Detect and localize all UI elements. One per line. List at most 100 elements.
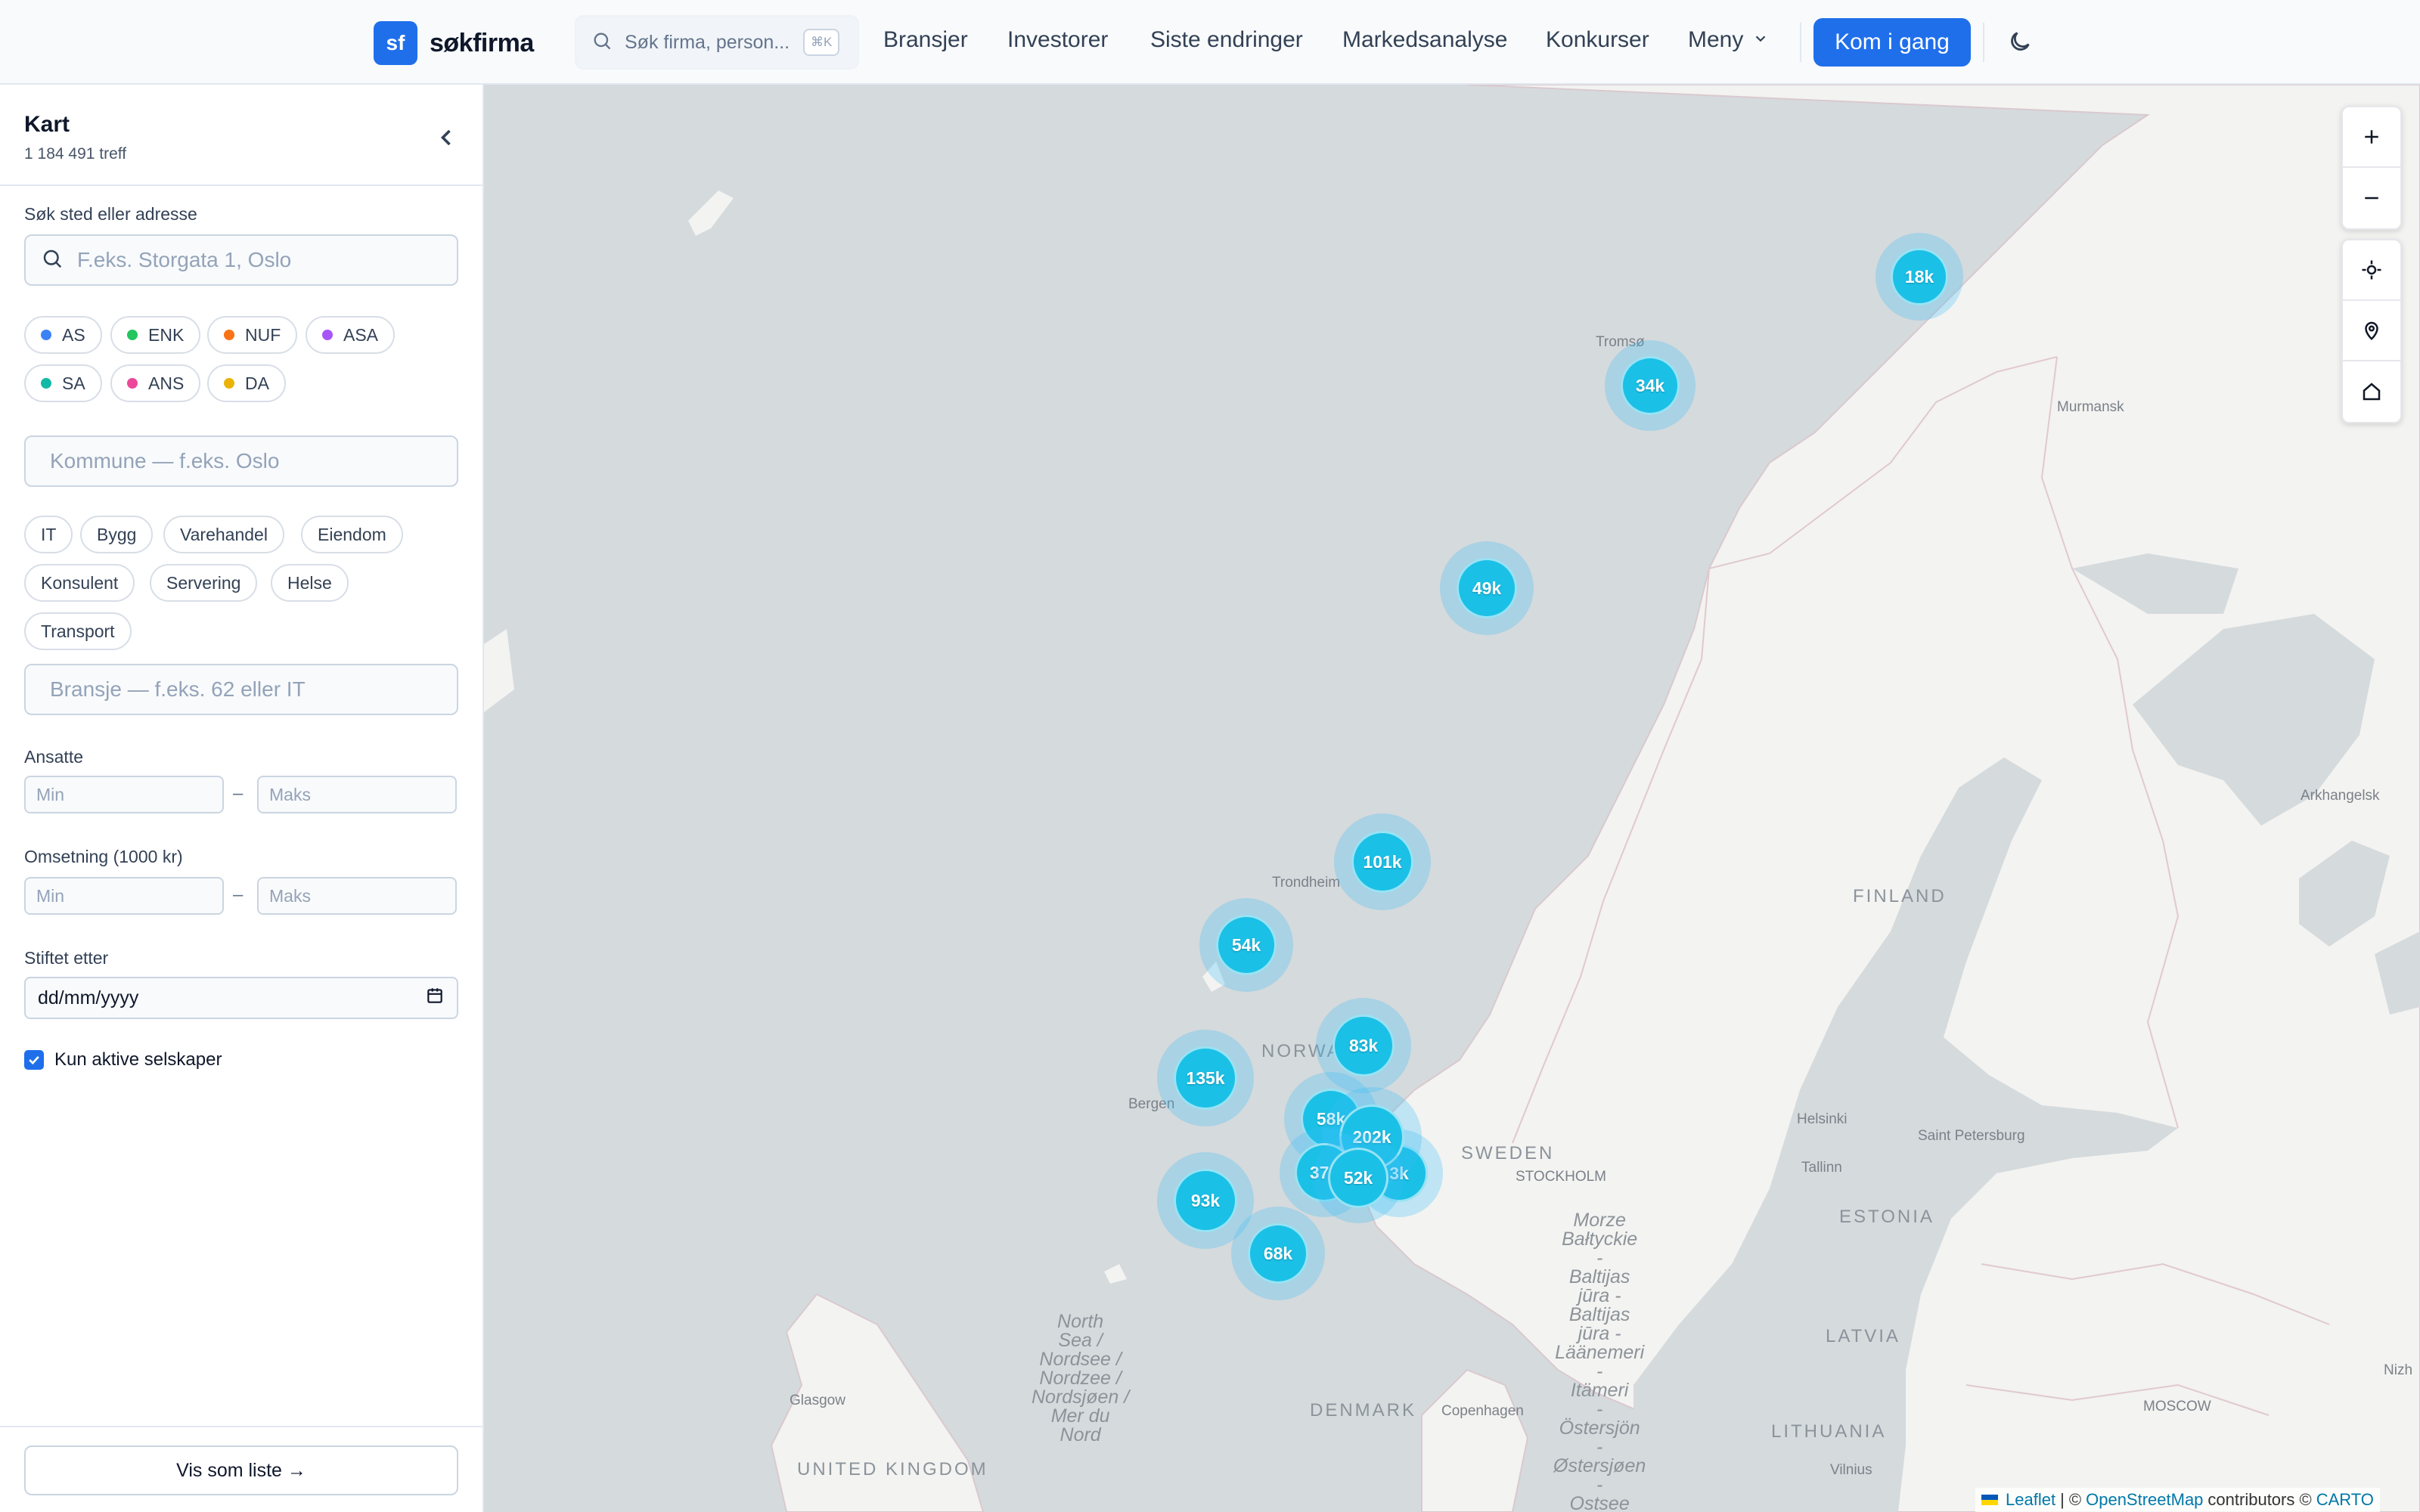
cluster-count: 83k	[1333, 1015, 1395, 1077]
map-cluster-marker[interactable]: 34k	[1605, 340, 1696, 431]
logo-mark: sf	[374, 21, 417, 65]
country-label: LITHUANIA	[1771, 1421, 1887, 1442]
employees-min-field[interactable]	[24, 776, 224, 813]
employees-max-input[interactable]	[269, 784, 445, 805]
chip-label: AS	[62, 324, 85, 345]
chip-type-ans[interactable]: ANS	[110, 364, 201, 402]
country-label: DENMARK	[1310, 1400, 1417, 1421]
founded-after-label: Stiftet etter	[24, 948, 109, 968]
place-label: Vilnius	[1830, 1462, 1872, 1478]
chip-industry-helse[interactable]: Helse	[271, 564, 349, 602]
cluster-count: 18k	[1891, 248, 1948, 305]
type-color-dot	[224, 330, 234, 340]
chip-industry-varehandel[interactable]: Varehandel	[163, 516, 284, 553]
place-label: Tallinn	[1801, 1160, 1842, 1176]
locate-me-button[interactable]	[2343, 240, 2400, 301]
home-icon	[2363, 383, 2381, 401]
type-color-dot	[41, 378, 51, 389]
industry-field[interactable]	[24, 664, 458, 715]
zoom-out-button[interactable]	[2343, 168, 2400, 228]
municipality-field[interactable]	[24, 435, 458, 487]
map-canvas[interactable]: Tromsø Murmansk Trondheim Bergen STOCKHO…	[484, 85, 2420, 1512]
industry-input[interactable]	[50, 677, 433, 702]
chip-industry-konsulent[interactable]: Konsulent	[24, 564, 135, 602]
search-icon	[41, 247, 64, 274]
nav-konkurser[interactable]: Konkurser	[1546, 27, 1649, 53]
nav-menu-label: Meny	[1688, 27, 1744, 52]
country-label: SWEDEN	[1461, 1143, 1555, 1163]
home-view-button[interactable]	[2343, 361, 2400, 422]
chip-industry-bygg[interactable]: Bygg	[80, 516, 154, 553]
nav-investorer[interactable]: Investorer	[1007, 27, 1108, 53]
show-as-list-button[interactable]: Vis som liste →	[24, 1445, 458, 1495]
map-cluster-marker[interactable]: 49k	[1440, 541, 1534, 635]
place-label: Copenhagen	[1441, 1403, 1524, 1419]
attribution-contributors: contributors ©	[2207, 1490, 2312, 1509]
sea-label: Morze Bałtyckie - Baltijas jūra - Baltij…	[1553, 1210, 1646, 1512]
map-cluster-marker[interactable]: 68k	[1231, 1207, 1325, 1300]
map-pin-button[interactable]	[2343, 301, 2400, 361]
map-cluster-marker[interactable]: 52k	[1313, 1132, 1404, 1223]
map-cluster-marker[interactable]: 18k	[1876, 233, 1963, 321]
founded-after-date-field[interactable]: dd/mm/yyyy	[24, 977, 458, 1019]
chip-type-asa[interactable]: ASA	[306, 316, 396, 354]
range-separator: –	[233, 885, 244, 905]
nav-markedsanalyse[interactable]: Markedsanalyse	[1342, 27, 1507, 53]
employees-min-input[interactable]	[36, 784, 212, 805]
revenue-max-field[interactable]	[257, 877, 457, 915]
dark-mode-toggle-icon[interactable]	[2007, 29, 2033, 54]
revenue-max-input[interactable]	[269, 885, 445, 906]
result-count: 1 184 491 treff	[24, 145, 127, 163]
employees-max-field[interactable]	[257, 776, 457, 813]
place-label: Nizh	[2384, 1362, 2413, 1378]
chip-industry-eiendom[interactable]: Eiendom	[301, 516, 403, 553]
get-started-button[interactable]: Kom i gang	[1813, 18, 1971, 67]
logo[interactable]: sf søkfirma	[374, 21, 534, 65]
revenue-min-field[interactable]	[24, 877, 224, 915]
calendar-icon[interactable]	[425, 986, 445, 1011]
place-label: Helsinki	[1797, 1111, 1848, 1127]
place-label: Murmansk	[2057, 399, 2124, 415]
chip-type-nuf[interactable]: NUF	[207, 316, 298, 354]
chip-industry-servering[interactable]: Servering	[150, 564, 258, 602]
top-navigation-bar: sf søkfirma ⌘K Bransjer Investorer Siste…	[0, 0, 2420, 85]
type-color-dot	[322, 330, 333, 340]
country-label: LATVIA	[1826, 1326, 1900, 1346]
map-cluster-marker[interactable]: 101k	[1334, 813, 1431, 910]
carto-link[interactable]: CARTO	[2316, 1490, 2374, 1510]
map-cluster-marker[interactable]: 135k	[1157, 1030, 1254, 1126]
chip-type-sa[interactable]: SA	[24, 364, 102, 402]
global-search[interactable]: ⌘K	[575, 15, 859, 70]
chip-type-enk[interactable]: ENK	[110, 316, 201, 354]
leaflet-link[interactable]: Leaflet	[2006, 1490, 2055, 1510]
osm-link[interactable]: OpenStreetMap	[2086, 1490, 2203, 1510]
place-label: MOSCOW	[2143, 1399, 2211, 1414]
place-search-input[interactable]	[77, 248, 433, 272]
map-cluster-marker[interactable]: 54k	[1199, 898, 1293, 992]
sidebar-header: Kart 1 184 491 treff	[0, 85, 482, 186]
revenue-min-input[interactable]	[36, 885, 212, 906]
chip-type-da[interactable]: DA	[207, 364, 286, 402]
place-label: Arkhangelsk	[2301, 788, 2380, 804]
nav-divider	[1983, 23, 1984, 62]
active-only-checkbox[interactable]	[24, 1050, 44, 1070]
nav-bransjer[interactable]: Bransjer	[883, 27, 968, 53]
place-search-field[interactable]	[24, 234, 458, 286]
chevron-down-icon	[1752, 27, 1769, 53]
chip-industry-it[interactable]: IT	[24, 516, 73, 553]
zoom-in-button[interactable]	[2343, 107, 2400, 168]
active-only-option[interactable]: Kun aktive selskaper	[24, 1049, 222, 1070]
cluster-count: 93k	[1174, 1169, 1237, 1232]
type-color-dot	[41, 330, 51, 340]
attribution-separator: | ©	[2060, 1490, 2082, 1509]
chip-type-as[interactable]: AS	[24, 316, 102, 354]
collapse-sidebar-icon[interactable]	[433, 124, 460, 151]
chip-industry-transport[interactable]: Transport	[24, 612, 132, 650]
chip-label: ASA	[343, 324, 379, 345]
active-only-label: Kun aktive selskaper	[54, 1049, 222, 1070]
global-search-input[interactable]	[625, 31, 791, 54]
cluster-count: 54k	[1216, 915, 1277, 975]
municipality-input[interactable]	[50, 449, 433, 473]
nav-siste-endringer[interactable]: Siste endringer	[1150, 27, 1303, 53]
nav-menu-dropdown[interactable]: Meny	[1688, 27, 1769, 53]
